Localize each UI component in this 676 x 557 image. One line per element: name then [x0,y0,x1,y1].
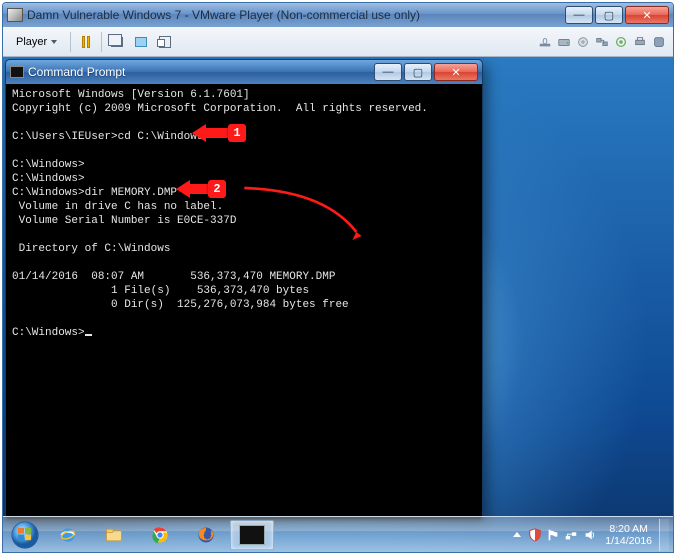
clock-date: 1/14/2016 [605,535,652,547]
guest-desktop[interactable]: Command Prompt — ▢ ✕ Microsoft Windows [… [3,57,673,552]
dropdown-icon [51,40,57,44]
cmd-output-area[interactable]: Microsoft Windows [Version 6.1.7601] Cop… [6,84,482,520]
vmware-titlebar: Damn Vulnerable Windows 7 - VMware Playe… [3,3,673,27]
hdd-icon[interactable] [556,34,572,50]
sound-icon[interactable] [613,34,629,50]
vmware-device-tray [537,34,667,50]
tray-expand-icon[interactable] [513,532,521,537]
cmd-line: C:\Windows> [12,327,85,339]
player-menu-label: Player [16,36,47,48]
cmd-line: Microsoft Windows [Version 6.1.7601] [12,89,250,101]
clock-time: 8:20 AM [605,523,652,535]
cmd-line: 1 File(s) 536,373,470 bytes [12,285,309,297]
close-button[interactable]: ✕ [625,6,669,24]
cmd-line: C:\Windows> [12,159,85,171]
cmd-titlebar[interactable]: Command Prompt — ▢ ✕ [6,60,482,84]
cmd-minimize-button[interactable]: — [374,63,402,81]
cmd-line: Volume Serial Number is E0CE-337D [12,215,236,227]
taskbar-clock[interactable]: 8:20 AM 1/14/2016 [601,523,656,547]
pause-vm-button[interactable] [77,33,95,51]
taskbar-chrome[interactable] [138,520,182,550]
cmd-line: C:\Users\IEUser>cd C:\Windows [12,131,203,143]
network-icon[interactable] [594,34,610,50]
annotation-badge-2: 2 [208,180,226,198]
send-cad-button[interactable] [108,33,126,51]
system-tray: 8:20 AM 1/14/2016 [510,519,671,551]
annotation-badge-1: 1 [228,124,246,142]
taskbar-ie[interactable] [46,520,90,550]
toolbar-separator [70,32,71,52]
cmd-close-button[interactable]: ✕ [434,63,478,81]
annotation-long-arrow [206,184,396,244]
tray-shield-icon[interactable] [527,527,543,543]
vmware-window-controls: — ▢ ✕ [565,6,669,24]
maximize-button[interactable]: ▢ [595,6,623,24]
cmd-line: C:\Windows>dir MEMORY.DMP [12,187,177,199]
cmd-title: Command Prompt [28,65,370,79]
cmd-line: C:\Windows> [12,173,85,185]
cmd-line: Copyright (c) 2009 Microsoft Corporation… [12,103,428,115]
cmd-app-icon [10,66,24,78]
vmware-toolbar: Player [3,27,673,57]
command-prompt-window[interactable]: Command Prompt — ▢ ✕ Microsoft Windows [… [5,59,483,521]
printer-icon[interactable] [632,34,648,50]
keyboard-icon[interactable] [537,34,553,50]
toolbar-separator [101,32,102,52]
cmd-maximize-button[interactable]: ▢ [404,63,432,81]
cmd-line: 01/14/2016 08:07 AM 536,373,470 MEMORY.D… [12,271,335,283]
cmd-line: Volume in drive C has no label. [12,201,223,213]
taskbar-firefox[interactable] [184,520,228,550]
fullscreen-button[interactable] [132,33,150,51]
taskbar-cmd[interactable] [230,520,274,550]
annotation-arrow-2: 2 [176,180,226,198]
player-menu-button[interactable]: Player [9,33,64,51]
vmware-player-window: Damn Vulnerable Windows 7 - VMware Playe… [2,2,674,553]
tools-icon[interactable] [651,34,667,50]
tray-action-center-icon[interactable] [546,528,560,542]
minimize-button[interactable]: — [565,6,593,24]
vmware-title-text: Damn Vulnerable Windows 7 - VMware Playe… [27,8,420,22]
vmware-title: Damn Vulnerable Windows 7 - VMware Playe… [27,8,420,22]
unity-button[interactable] [156,33,174,51]
vmware-icon [7,8,23,22]
tray-volume-icon[interactable] [582,527,598,543]
show-desktop-button[interactable] [659,519,669,551]
taskbar-explorer[interactable] [92,520,136,550]
tray-network-icon[interactable] [563,527,579,543]
cd-icon[interactable] [575,34,591,50]
cmd-line: Directory of C:\Windows [12,243,170,255]
windows-taskbar: 8:20 AM 1/14/2016 [3,516,673,552]
cmd-cursor [85,334,92,336]
cmd-line: 0 Dir(s) 125,276,073,984 bytes free [12,299,349,311]
start-button[interactable] [5,519,45,551]
